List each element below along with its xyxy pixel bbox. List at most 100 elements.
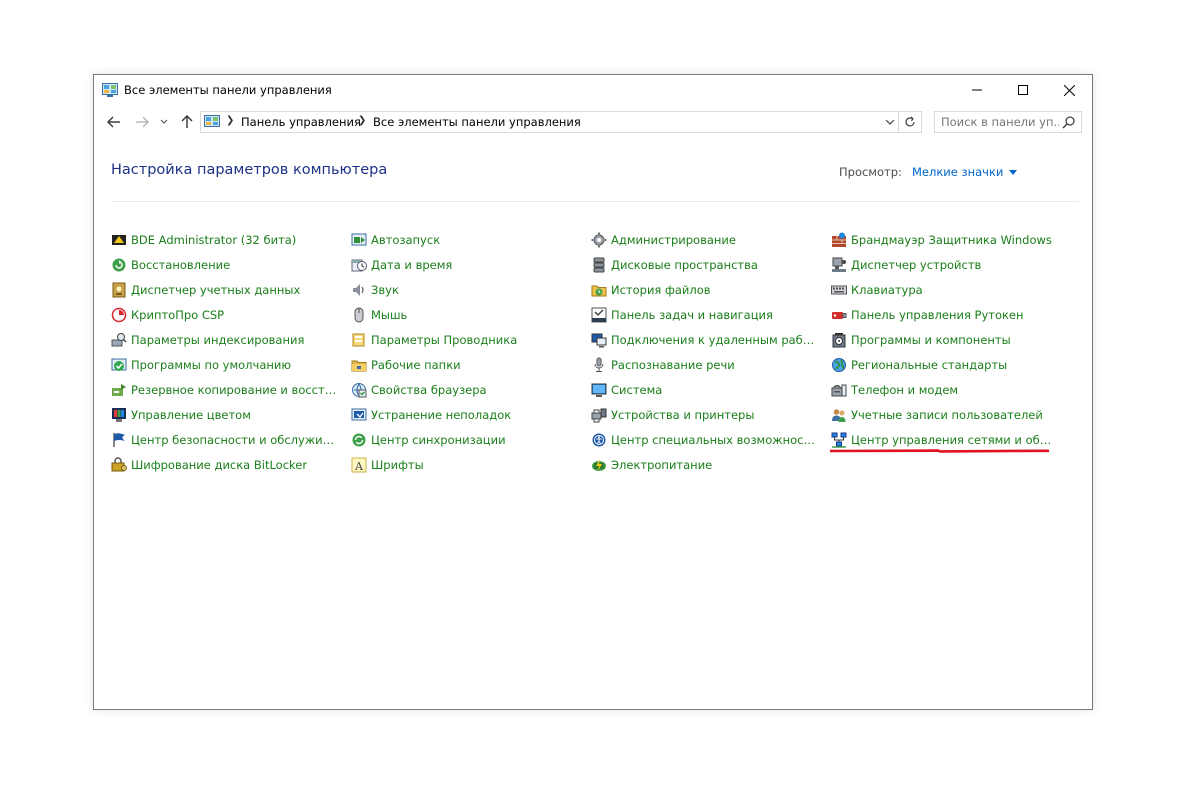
user-accounts-icon [832,409,846,422]
close-icon [1063,84,1075,96]
indexing-icon [111,333,127,347]
control-panel-item[interactable]: История файлов [591,281,711,299]
control-panel-item[interactable]: Параметры Проводника [351,331,517,349]
arrow-left-icon [107,116,120,128]
breadcrumb-all-items[interactable]: Все элементы панели управления [373,115,581,129]
control-panel-item[interactable]: Распознавание речи [591,356,735,374]
control-panel-item[interactable]: Панель управления Рутокен [831,306,1024,324]
control-panel-item[interactable]: Шифрование диска BitLocker [111,456,307,474]
troubleshooting-icon [351,408,367,421]
control-panel-item[interactable]: Рабочие папки [351,356,461,374]
control-panel-item-label: Диспетчер устройств [851,258,982,272]
control-panel-item-label: Мышь [371,308,408,322]
address-history-button[interactable] [883,115,897,129]
search-input[interactable] [941,115,1059,129]
control-panel-item-label: Устройства и принтеры [611,408,755,422]
control-panel-item[interactable]: Электропитание [591,456,712,474]
device-manager-icon [832,257,846,272]
address-bar[interactable]: ❯ Панель управления ❯ Все элементы панел… [200,111,922,133]
control-panel-item[interactable]: Устройства и принтеры [591,406,754,424]
control-panel-item[interactable]: Подключения к удаленным рабоч... [591,331,819,349]
control-panel-item[interactable]: Восстановление [111,256,230,274]
window-title: Все элементы панели управления [124,83,332,97]
control-panel-item[interactable]: Телефон и модем [831,381,958,399]
control-panel-item[interactable]: Региональные стандарты [831,356,1007,374]
programs-features-icon [832,333,846,348]
control-panel-item-label: Учетные записи пользователей [851,408,1043,422]
minimize-button[interactable] [954,75,1000,105]
control-panel-item[interactable]: Система [591,381,662,399]
control-panel-item[interactable]: КриптоПро CSP [111,306,224,324]
control-panel-item-label: BDE Administrator (32 бита) [131,233,297,247]
control-panel-item[interactable]: Программы по умолчанию [111,356,291,374]
control-panel-item[interactable]: Диспетчер учетных данных [111,281,300,299]
control-panel-item[interactable]: Администрирование [591,231,736,249]
control-panel-item[interactable]: Центр специальных возможностей [591,431,819,449]
taskbar-icon [591,307,607,323]
maximize-button[interactable] [1000,75,1046,105]
back-button[interactable] [104,112,124,132]
control-panel-item[interactable]: Мышь [351,306,407,324]
chevron-right-icon[interactable]: ❯ [358,115,366,126]
breadcrumb-control-panel[interactable]: Панель управления [241,115,361,129]
page-title: Настройка параметров компьютера [111,162,388,178]
title-bar[interactable]: Все элементы панели управления [94,75,1092,105]
search-box[interactable] [934,111,1082,133]
control-panel-item[interactable]: Дата и время [351,256,452,274]
file-history-icon [591,285,607,297]
chevron-right-icon[interactable]: ❯ [226,115,234,126]
control-panel-item[interactable]: Управление цветом [111,406,251,424]
refresh-icon [905,116,915,127]
rutoken-icon [832,312,847,319]
close-button[interactable] [1046,75,1092,105]
control-panel-item[interactable]: Звук [351,281,399,299]
control-panel-item-label: Устранение неполадок [371,408,512,422]
autoplay-icon [351,233,367,246]
control-panel-item[interactable]: Центр управления сетями и общи... [831,431,1059,449]
control-panel-item[interactable]: Учетные записи пользователей [831,406,1043,424]
control-panel-item[interactable]: Свойства браузера [351,381,487,399]
fonts-icon: A [351,457,367,473]
control-panel-item[interactable]: Параметры индексирования [111,331,304,349]
microphone-icon [594,357,604,372]
control-panel-item-label: Звук [371,283,399,297]
control-panel-item[interactable]: Программы и компоненты [831,331,1011,349]
control-panel-item-label: Шифрование диска BitLocker [131,458,308,472]
control-panel-item-label: Подключения к удаленным рабоч... [611,333,819,347]
control-panel-item[interactable]: Автозапуск [351,231,440,249]
control-panel-item[interactable]: Клавиатура [831,281,923,299]
control-panel-item[interactable]: Устранение неполадок [351,406,511,424]
sound-icon [353,284,364,296]
control-panel-item[interactable]: Панель задач и навигация [591,306,773,324]
control-panel-item[interactable]: A Шрифты [351,456,424,474]
control-panel-item-label: Управление цветом [131,408,251,422]
maximize-icon [1018,85,1028,95]
search-icon[interactable] [1062,115,1076,129]
refresh-button[interactable] [898,112,921,132]
control-panel-item-label: Региональные стандарты [851,358,1008,372]
forward-button[interactable] [132,112,152,132]
control-panel-item-label: Свойства браузера [371,383,487,397]
control-panel-item[interactable]: Резервное копирование и восстан... [111,381,339,399]
control-panel-item[interactable]: Центр безопасности и обслуживан... [111,431,339,449]
printer-icon [591,408,607,423]
control-panel-item[interactable]: Центр синхронизации [351,431,506,449]
view-mode-dropdown[interactable]: Мелкие значки [912,165,1018,179]
control-panel-item[interactable]: BDE Administrator (32 бита) [111,231,296,249]
control-panel-item-label: Диспетчер учетных данных [131,283,301,297]
region-icon [832,358,846,372]
accessibility-icon [592,433,606,447]
control-panel-item-label: Центр управления сетями и общи... [851,433,1059,447]
recent-locations-button[interactable] [154,112,174,132]
control-panel-item[interactable]: Диспетчер устройств [831,256,981,274]
power-icon [592,459,606,471]
explorer-options-icon [352,333,365,347]
control-panel-item-label: Распознавание речи [611,358,735,372]
up-button[interactable] [177,112,197,132]
svg-text:A: A [354,460,364,473]
internet-options-icon [352,383,367,398]
control-panel-item[interactable]: Дисковые пространства [591,256,758,274]
control-panel-item[interactable]: Брандмауэр Защитника Windows [831,231,1052,249]
backup-icon [112,384,126,396]
chevron-down-icon [160,119,168,124]
